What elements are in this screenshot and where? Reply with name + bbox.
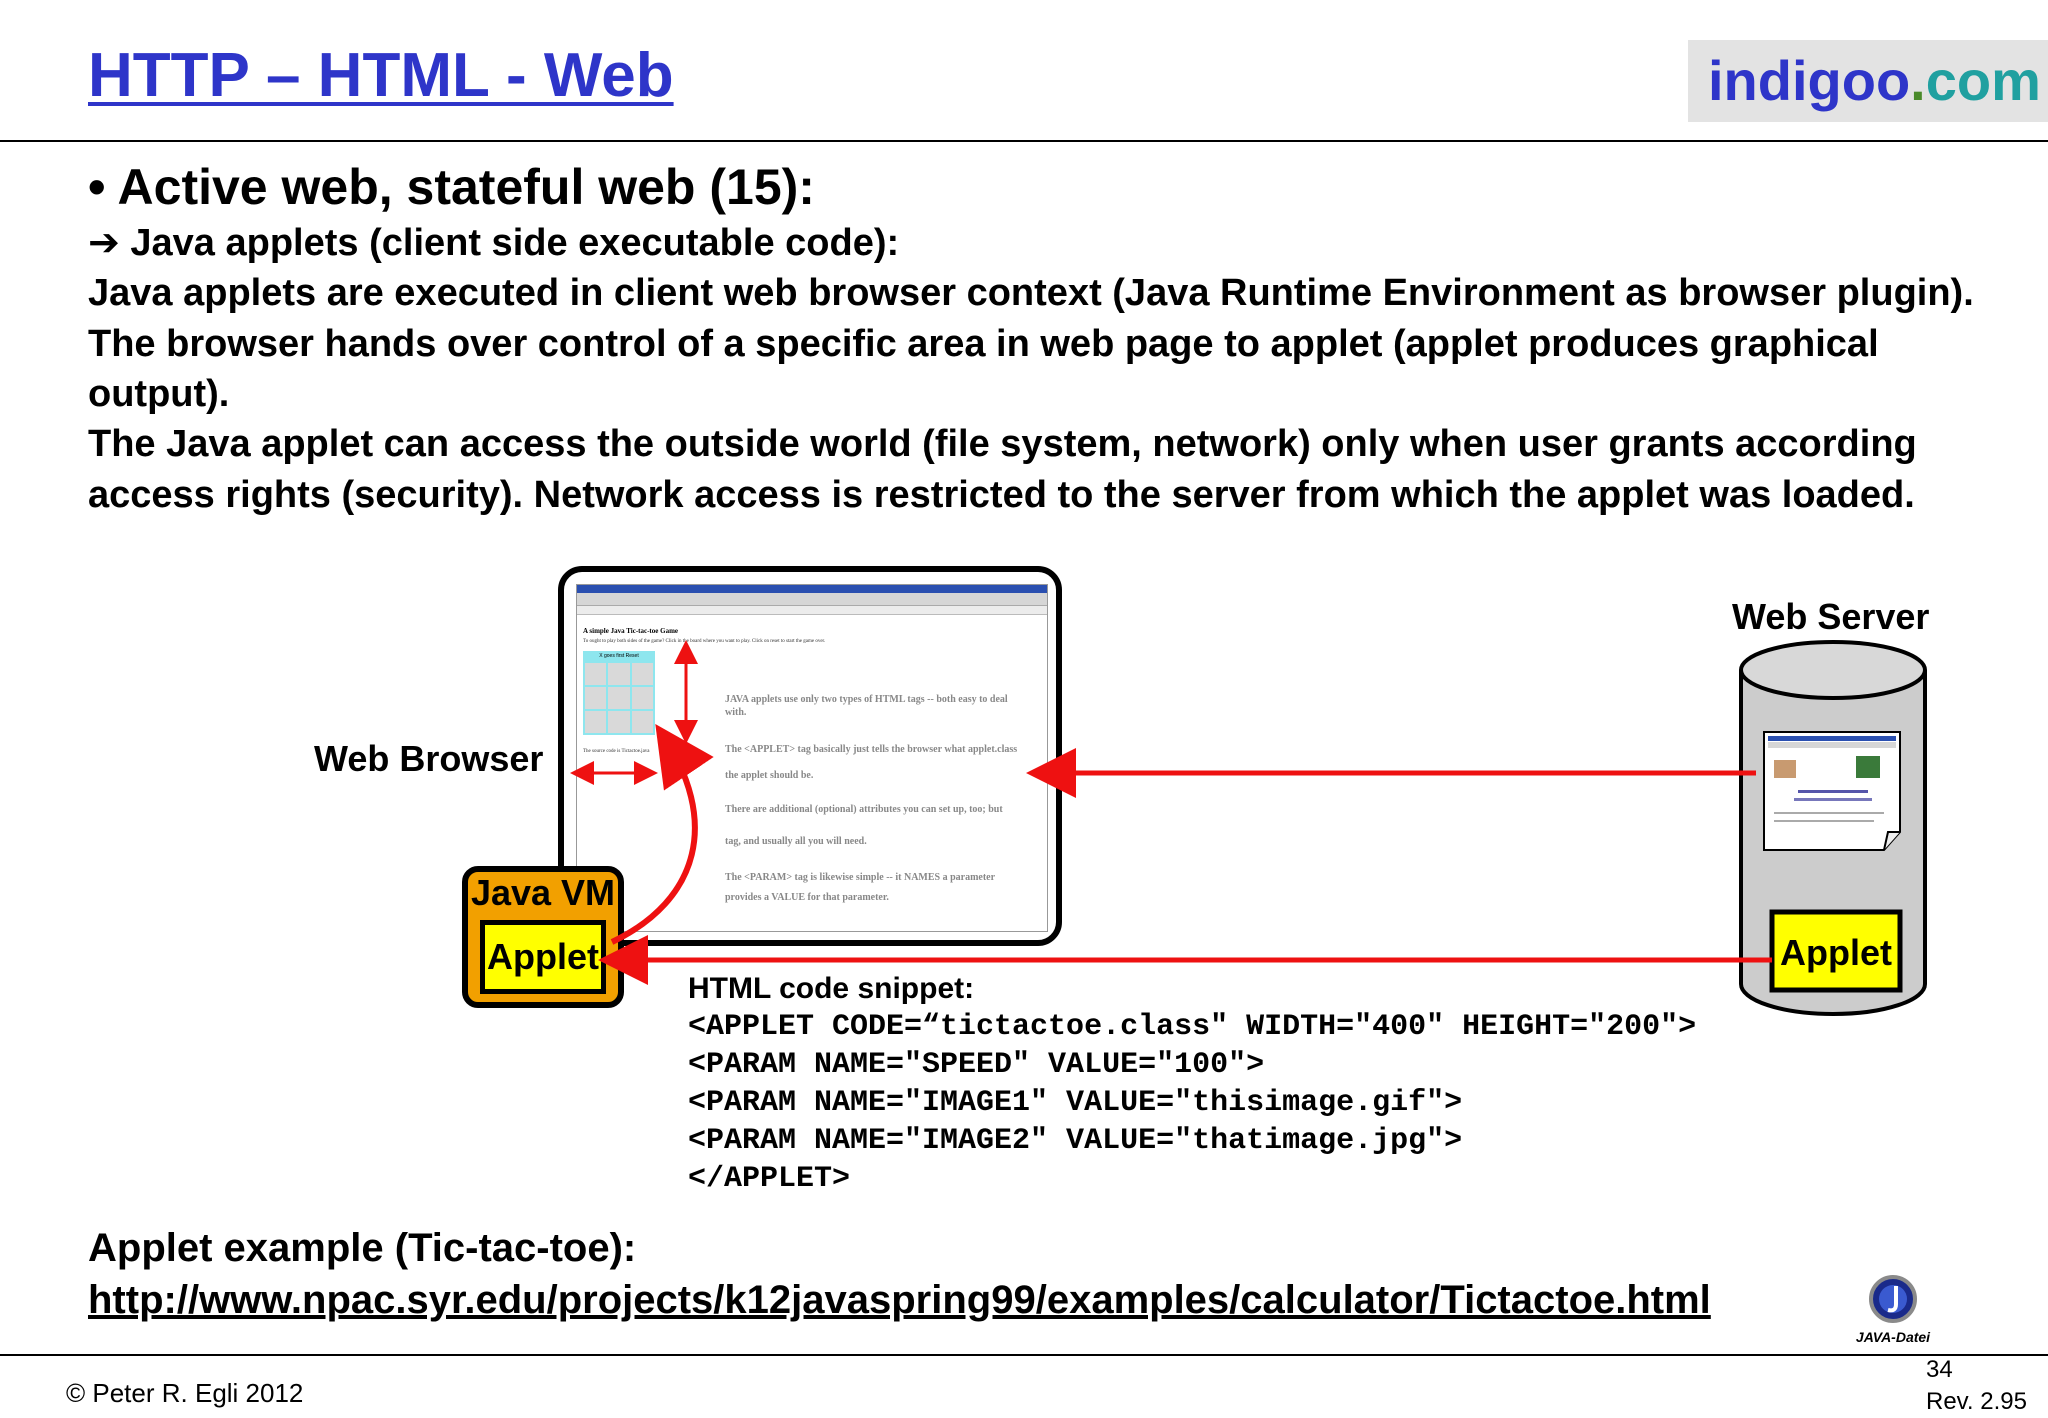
- code-line: <PARAM NAME="IMAGE1" VALUE="thisimage.gi…: [688, 1086, 1463, 1120]
- diagram-arrows: [570, 640, 1772, 985]
- code-line: <APPLET CODE=“tictactoe.class" WIDTH="40…: [688, 1010, 1697, 1044]
- applet-control-arrow: [610, 724, 714, 945]
- code-snippet: <APPLET CODE=“tictactoe.class" WIDTH="40…: [688, 1008, 1696, 1198]
- java-logo-icon: JAVA-Datei: [1838, 1274, 1948, 1346]
- code-line: <PARAM NAME="IMAGE2" VALUE="thatimage.jp…: [688, 1124, 1463, 1158]
- copyright: © Peter R. Egli 2012: [66, 1378, 304, 1408]
- example-url-link[interactable]: http://www.npac.syr.edu/projects/k12java…: [88, 1278, 1711, 1323]
- java-coffee-icon: [1869, 1275, 1917, 1323]
- java-logo-text: JAVA-Datei: [1855, 1329, 1931, 1345]
- page-number: 34: [1926, 1356, 1953, 1383]
- code-line: <PARAM NAME="SPEED" VALUE="100">: [688, 1048, 1265, 1082]
- code-snippet-heading: HTML code snippet:: [688, 972, 975, 1005]
- footer-divider: [0, 1354, 2048, 1356]
- code-line: </APPLET>: [688, 1162, 851, 1196]
- example-label: Applet example (Tic-tac-toe):: [88, 1226, 637, 1270]
- revision: Rev. 2.95: [1926, 1388, 2027, 1415]
